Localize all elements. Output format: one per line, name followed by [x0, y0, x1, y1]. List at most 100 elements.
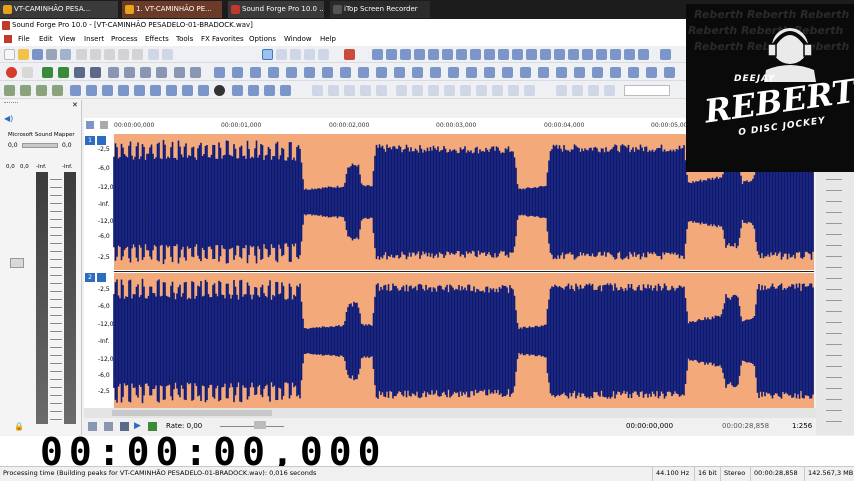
- time-icon[interactable]: [36, 85, 47, 96]
- menu-insert[interactable]: Insert: [84, 34, 104, 44]
- play-all-icon[interactable]: [42, 67, 53, 78]
- limiter-icon[interactable]: [430, 67, 441, 78]
- fade-in-icon[interactable]: [456, 49, 467, 60]
- scrollbar-thumb[interactable]: [112, 410, 272, 416]
- cut-icon[interactable]: [76, 49, 87, 60]
- cursor-start-icon[interactable]: [396, 85, 407, 96]
- forward-icon[interactable]: [140, 67, 151, 78]
- noise-reduction-icon[interactable]: [340, 67, 351, 78]
- cd-icon[interactable]: [268, 67, 279, 78]
- ruler-options-icon[interactable]: [100, 121, 108, 129]
- batch-icon[interactable]: [250, 67, 261, 78]
- sync-icon[interactable]: [198, 85, 209, 96]
- save-icon[interactable]: [32, 49, 43, 60]
- dc-offset-icon[interactable]: [554, 49, 565, 60]
- graphic-fade-icon[interactable]: [646, 67, 657, 78]
- clip-icon[interactable]: [358, 67, 369, 78]
- data-window-icon[interactable]: [86, 121, 94, 129]
- status-bit-depth[interactable]: 16 bit: [694, 467, 720, 481]
- cursor-end-icon[interactable]: [412, 85, 423, 96]
- amplitude-icon[interactable]: [574, 67, 585, 78]
- input-icon[interactable]: [232, 85, 243, 96]
- select-all-icon[interactable]: [476, 85, 487, 96]
- reverse-icon[interactable]: [498, 49, 509, 60]
- envelope-icon[interactable]: [592, 67, 603, 78]
- zoom-in-icon[interactable]: [328, 85, 339, 96]
- channel-icon[interactable]: [556, 85, 567, 96]
- crosshair-icon[interactable]: [20, 85, 31, 96]
- declick-icon[interactable]: [376, 67, 387, 78]
- volume-slider[interactable]: [22, 143, 58, 148]
- taskbar-tab-itop[interactable]: iTop Screen Recorder: [330, 1, 430, 18]
- waveform-canvas[interactable]: [84, 134, 814, 412]
- grid-icon[interactable]: [386, 49, 397, 60]
- speaker-icon[interactable]: ◀): [4, 114, 13, 123]
- status-channels[interactable]: Stereo: [720, 467, 750, 481]
- menu-tools[interactable]: Tools: [176, 34, 193, 44]
- flanger-icon[interactable]: [502, 67, 513, 78]
- save-as-icon[interactable]: [46, 49, 57, 60]
- playlist-icon[interactable]: [102, 85, 113, 96]
- meter-icon[interactable]: [322, 67, 333, 78]
- rewind-icon[interactable]: [124, 67, 135, 78]
- mix-icon[interactable]: [118, 49, 129, 60]
- script-icon[interactable]: [286, 67, 297, 78]
- prev-marker-icon[interactable]: [174, 67, 185, 78]
- panel-grip[interactable]: [4, 102, 18, 106]
- pause-icon[interactable]: [74, 67, 85, 78]
- new-icon[interactable]: [4, 49, 15, 60]
- link-icon[interactable]: [280, 85, 291, 96]
- go-to-start-icon[interactable]: [108, 67, 119, 78]
- bus-icon[interactable]: [264, 85, 275, 96]
- chorus-icon[interactable]: [484, 67, 495, 78]
- output-icon[interactable]: [248, 85, 259, 96]
- trim-icon[interactable]: [132, 49, 143, 60]
- undo-history-icon[interactable]: [118, 85, 129, 96]
- open-icon[interactable]: [18, 49, 29, 60]
- menu-view[interactable]: View: [59, 34, 76, 44]
- menu-fx-favorites[interactable]: FX Favorites: [201, 34, 244, 44]
- fade-out-icon[interactable]: [470, 49, 481, 60]
- view-icon[interactable]: [4, 85, 15, 96]
- menu-effects[interactable]: Effects: [145, 34, 169, 44]
- gain-fader[interactable]: [10, 258, 24, 268]
- ruler-icon[interactable]: [166, 85, 177, 96]
- taskbar-tab-vt-caminhao-2[interactable]: 1. VT-CAMINHÃO PE...: [122, 1, 222, 18]
- region-icon[interactable]: [414, 49, 425, 60]
- menu-process[interactable]: Process: [111, 34, 138, 44]
- undo-icon[interactable]: [148, 49, 159, 60]
- channel-converter-icon[interactable]: [568, 49, 579, 60]
- smooth-icon[interactable]: [628, 67, 639, 78]
- video-icon[interactable]: [304, 67, 315, 78]
- selection-icon[interactable]: [52, 85, 63, 96]
- zoom-selection-icon[interactable]: [360, 85, 371, 96]
- paste-icon[interactable]: [104, 49, 115, 60]
- vinyl-icon[interactable]: [394, 67, 405, 78]
- channel-swap-icon[interactable]: [604, 85, 615, 96]
- lock-icon[interactable]: 🔒: [14, 422, 24, 431]
- select-left-icon[interactable]: [492, 85, 503, 96]
- vibrato-icon[interactable]: [556, 67, 567, 78]
- refresh-icon[interactable]: [344, 49, 355, 60]
- rate-slider-thumb[interactable]: [254, 421, 266, 429]
- time-stretch-icon[interactable]: [610, 49, 621, 60]
- plugin-chainer-icon[interactable]: [214, 67, 225, 78]
- status-sample-rate[interactable]: 44.100 Hz: [652, 467, 694, 481]
- loop-playback-icon[interactable]: [22, 67, 33, 78]
- regions-list-icon[interactable]: [86, 85, 97, 96]
- channel-split-icon[interactable]: [572, 85, 583, 96]
- select-right-icon[interactable]: [508, 85, 519, 96]
- render-icon[interactable]: [60, 49, 71, 60]
- horizontal-scrollbar[interactable]: [84, 408, 816, 418]
- toolbar-dropdown[interactable]: [624, 85, 670, 96]
- pan-icon[interactable]: [610, 67, 621, 78]
- envelope-tool-icon[interactable]: [304, 49, 315, 60]
- go-to-end-icon[interactable]: [156, 67, 167, 78]
- loop-icon[interactable]: [428, 49, 439, 60]
- taskbar-tab-sound-forge[interactable]: Sound Forge Pro 10.0 ...: [228, 1, 324, 18]
- cursor-center-icon[interactable]: [460, 85, 471, 96]
- metadata-icon[interactable]: [182, 85, 193, 96]
- zoom-out-icon[interactable]: [344, 85, 355, 96]
- mute-icon[interactable]: [540, 49, 551, 60]
- mastering-icon[interactable]: [412, 67, 423, 78]
